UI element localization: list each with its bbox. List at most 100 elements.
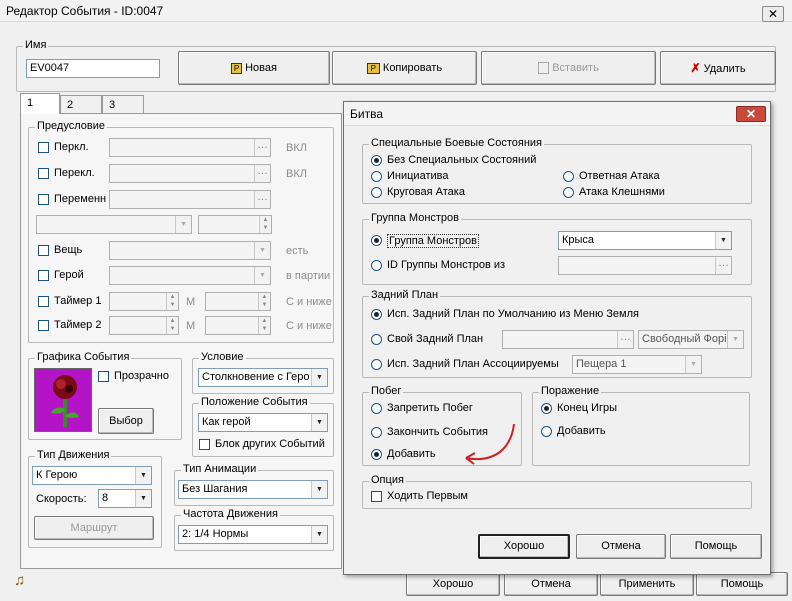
variable-operator-select[interactable]: ▼: [36, 215, 192, 234]
switch1-checkbox[interactable]: [38, 142, 49, 153]
escape-forbid-radio[interactable]: [371, 403, 382, 414]
preconditions-label: Предусловие: [35, 120, 107, 132]
variable-checkbox[interactable]: [38, 194, 49, 205]
variable-browse[interactable]: …: [254, 191, 270, 208]
chevron-down-icon: ▼: [135, 490, 151, 507]
bg-own-field[interactable]: …: [502, 330, 634, 349]
timer2-label: Таймер 2: [54, 319, 102, 331]
frequency-label: Частота Движения: [181, 508, 280, 520]
frequency-value: 2: 1/4 Нормы: [182, 528, 249, 540]
bg-own-radio[interactable]: [371, 334, 382, 345]
route-button[interactable]: Маршрут: [34, 516, 154, 540]
tab-2[interactable]: 2: [60, 95, 102, 115]
bg-assoc-radio[interactable]: [371, 359, 382, 370]
delete-button-label: Удалить: [703, 63, 746, 75]
hero-checkbox[interactable]: [38, 270, 49, 281]
counter-attack-radio[interactable]: [563, 171, 574, 182]
movement-select[interactable]: К Герою ▼: [32, 466, 152, 485]
variable-field[interactable]: …: [109, 190, 271, 209]
bg-own-label: Свой Задний План: [387, 333, 484, 345]
timer1-seconds[interactable]: ▲ ▼: [205, 292, 271, 311]
pincer-attack-radio[interactable]: [563, 187, 574, 198]
timer1-minutes[interactable]: ▲ ▼: [109, 292, 179, 311]
stepper-arrows-icon: ▲ ▼: [259, 216, 271, 233]
footer-help-button[interactable]: Помощь: [696, 572, 788, 596]
movement-label: Тип Движения: [35, 449, 112, 461]
switch1-field[interactable]: …: [109, 138, 271, 157]
paste-button[interactable]: Вставить: [481, 51, 656, 85]
monster-id-browse[interactable]: …: [715, 257, 731, 274]
switch2-label: Перекл.: [54, 167, 95, 179]
switch2-browse[interactable]: …: [254, 165, 270, 182]
trigger-select[interactable]: Столкновение с Геро ▼: [198, 368, 328, 387]
delete-button[interactable]: ✗ Удалить: [660, 51, 776, 85]
monster-id-field[interactable]: …: [558, 256, 732, 275]
footer-ok-button[interactable]: Хорошо: [406, 572, 500, 596]
speed-select[interactable]: 8 ▼: [98, 489, 152, 508]
dialog-cancel-button[interactable]: Отмена: [576, 534, 666, 559]
item-label: Вещь: [54, 244, 83, 256]
dialog-title: Битва: [350, 107, 383, 121]
position-label: Положение События: [199, 396, 310, 408]
block-events-label: Блок других Событий: [215, 438, 325, 450]
surround-attack-radio[interactable]: [371, 187, 382, 198]
option-label: Опция: [369, 474, 406, 486]
event-sprite-image[interactable]: [34, 368, 92, 432]
new-button[interactable]: P Новая: [178, 51, 330, 85]
switch2-checkbox[interactable]: [38, 168, 49, 179]
escape-add-radio[interactable]: [371, 449, 382, 460]
bg-own-browse[interactable]: …: [617, 331, 633, 348]
animation-value: Без Шагания: [182, 483, 248, 495]
chevron-down-icon: ▼: [254, 242, 270, 259]
timer1-checkbox[interactable]: [38, 296, 49, 307]
initiative-radio[interactable]: [371, 171, 382, 182]
switch2-field[interactable]: …: [109, 164, 271, 183]
dialog-ok-button[interactable]: Хорошо: [478, 534, 570, 559]
first-strike-checkbox[interactable]: [371, 491, 382, 502]
chevron-down-icon: ▼: [175, 216, 191, 233]
position-select[interactable]: Как герой ▼: [198, 413, 328, 432]
name-input[interactable]: EV0047: [26, 59, 160, 78]
stepper-arrows-icon: ▲ ▼: [166, 293, 178, 310]
close-button[interactable]: ✕: [762, 6, 784, 22]
special-none-radio[interactable]: [371, 155, 382, 166]
dialog-help-button[interactable]: Помощь: [670, 534, 762, 559]
dialog-close-button[interactable]: ✕: [736, 106, 766, 122]
hero-select[interactable]: ▼: [109, 266, 271, 285]
item-select[interactable]: ▼: [109, 241, 271, 260]
copy-button[interactable]: P Копировать: [332, 51, 477, 85]
defeat-gameover-radio[interactable]: [541, 403, 552, 414]
position-value: Как герой: [202, 416, 251, 428]
tab-1-label: 1: [27, 97, 34, 109]
music-note-icon[interactable]: ♫: [14, 572, 25, 589]
timer2-seconds[interactable]: ▲ ▼: [205, 316, 271, 335]
block-events-checkbox[interactable]: [199, 439, 210, 450]
animation-select[interactable]: Без Шагания ▼: [178, 480, 328, 499]
escape-end-radio[interactable]: [371, 427, 382, 438]
switch1-label: Перкл.: [54, 141, 89, 153]
switch1-browse[interactable]: …: [254, 139, 270, 156]
monster-group-radio[interactable]: [371, 235, 382, 246]
monster-id-radio[interactable]: [371, 260, 382, 271]
chevron-down-icon: ▼: [715, 232, 731, 249]
timer2-minutes[interactable]: ▲ ▼: [109, 316, 179, 335]
item-checkbox[interactable]: [38, 245, 49, 256]
choose-graphic-button[interactable]: Выбор: [98, 408, 154, 434]
tab-3[interactable]: 3: [102, 95, 144, 115]
variable-value-stepper[interactable]: ▲ ▼: [198, 215, 272, 234]
bg-assoc-select[interactable]: Пещера 1 ▼: [572, 355, 702, 374]
tab-1[interactable]: 1: [20, 93, 60, 114]
preconditions-group: Предусловие: [28, 120, 334, 343]
copy-button-label: Копировать: [382, 62, 443, 74]
timer1-unit: М: [186, 296, 196, 308]
timer2-checkbox[interactable]: [38, 320, 49, 331]
frequency-select[interactable]: 2: 1/4 Нормы ▼: [178, 525, 328, 544]
monster-group-select[interactable]: Крыса ▼: [558, 231, 732, 250]
switch2-state: ВКЛ: [286, 168, 307, 180]
bg-default-radio[interactable]: [371, 309, 382, 320]
bg-format-select[interactable]: Свободный Форі ▼: [638, 330, 744, 349]
transparent-checkbox[interactable]: [98, 371, 109, 382]
footer-cancel-button[interactable]: Отмена: [504, 572, 598, 596]
footer-apply-button[interactable]: Применить: [600, 572, 694, 596]
defeat-add-radio[interactable]: [541, 426, 552, 437]
